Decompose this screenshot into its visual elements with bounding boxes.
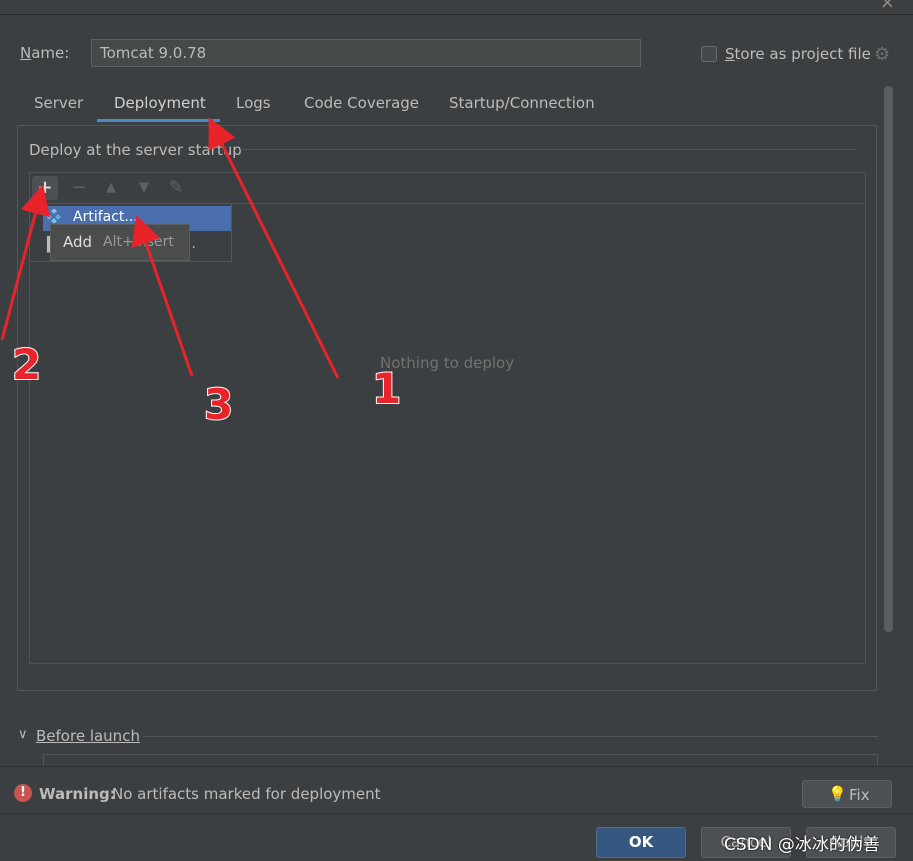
annotation-label-2: 2 [11,339,42,390]
annotation-label-3: 3 [203,379,234,430]
annotation-arrows [0,117,340,379]
arrow-3 [131,214,194,377]
arrow-2 [0,184,50,341]
arrow-1 [208,117,340,379]
annotation-label-1: 1 [371,363,402,414]
